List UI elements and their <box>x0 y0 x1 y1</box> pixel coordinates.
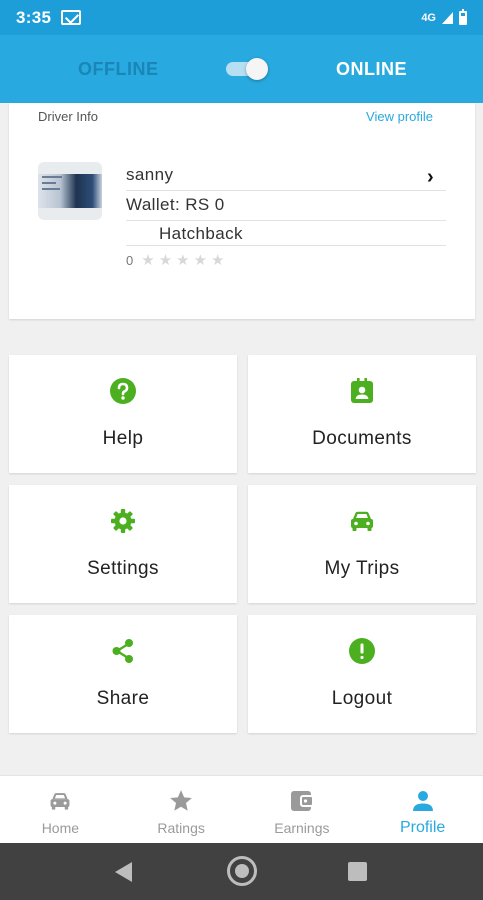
wallet-balance: Wallet: RS 0 <box>126 195 225 214</box>
home-circle-icon[interactable] <box>227 856 257 886</box>
logout-label: Logout <box>331 688 393 709</box>
nav-label-profile: Profile <box>399 819 446 836</box>
my-trips-tile[interactable]: My Trips <box>248 485 476 603</box>
avatar[interactable] <box>38 162 102 220</box>
star-icon: ★ <box>211 252 225 269</box>
nav-item-earnings[interactable]: Earnings <box>242 776 363 843</box>
nav-label-home: Home <box>41 820 80 836</box>
vehicle-type: Hatchback <box>159 224 243 243</box>
availability-toggle[interactable] <box>226 58 269 80</box>
car-icon <box>46 788 74 814</box>
signal-icon <box>442 11 453 24</box>
person-icon <box>409 788 437 814</box>
star-icon: ★ <box>141 252 155 269</box>
nav-label-earnings: Earnings <box>274 820 330 836</box>
wallet-row: Wallet: RS 0 <box>126 195 446 221</box>
share-tile[interactable]: Share <box>9 615 237 733</box>
rating-stars: ★ ★ ★ ★ ★ <box>141 253 224 268</box>
status-time: 3:35 <box>16 7 52 27</box>
status-bar: 3:35 4G <box>0 0 483 35</box>
driver-info-title: Driver Info <box>38 109 98 124</box>
back-icon[interactable] <box>115 862 132 882</box>
nav-item-profile[interactable]: Profile <box>362 776 483 843</box>
offline-label[interactable]: OFFLINE <box>78 59 159 80</box>
star-icon: ★ <box>176 252 190 269</box>
documents-icon <box>348 377 376 405</box>
settings-tile[interactable]: Settings <box>9 485 237 603</box>
help-label: Help <box>102 428 144 449</box>
settings-label: Settings <box>87 558 159 579</box>
network-type: 4G <box>421 11 436 24</box>
online-label[interactable]: ONLINE <box>336 59 407 80</box>
battery-icon <box>459 8 467 25</box>
system-navigation-bar <box>0 843 483 900</box>
star-icon: ★ <box>158 252 173 269</box>
logout-icon <box>348 637 376 665</box>
settings-icon <box>109 507 137 535</box>
driver-name-row[interactable]: sanny › <box>126 165 446 191</box>
recent-apps-icon[interactable] <box>348 862 367 881</box>
logout-tile[interactable]: Logout <box>248 615 476 733</box>
driver-info-card: Driver Info View profile sanny › Wallet:… <box>9 103 475 319</box>
view-profile-link[interactable]: View profile <box>366 109 433 124</box>
vehicle-row: Hatchback <box>126 224 446 246</box>
help-tile[interactable]: Help <box>9 355 237 473</box>
mail-notification-icon <box>61 10 82 25</box>
share-icon <box>109 637 137 665</box>
star-icon <box>167 788 195 814</box>
chevron-right-icon[interactable]: › <box>427 166 434 188</box>
car-icon <box>348 507 376 535</box>
nav-item-ratings[interactable]: Ratings <box>121 776 242 843</box>
driver-name: sanny <box>126 165 174 184</box>
rating-row: 0 ★ ★ ★ ★ ★ <box>126 253 225 268</box>
star-icon: ★ <box>193 252 208 269</box>
nav-item-home[interactable]: Home <box>0 776 121 843</box>
wallet-icon <box>288 788 316 814</box>
documents-tile[interactable]: Documents <box>248 355 476 473</box>
rating-value: 0 <box>126 253 134 268</box>
nav-label-ratings: Ratings <box>157 820 205 836</box>
my-trips-label: My Trips <box>324 558 400 579</box>
help-icon <box>109 377 137 405</box>
availability-header: OFFLINE ONLINE <box>0 35 483 103</box>
toggle-knob[interactable] <box>246 58 269 80</box>
documents-label: Documents <box>312 428 412 449</box>
bottom-navigation: Home Ratings Earnings Profile <box>0 775 483 843</box>
status-indicators: 4G <box>421 8 467 25</box>
share-label: Share <box>96 688 150 709</box>
